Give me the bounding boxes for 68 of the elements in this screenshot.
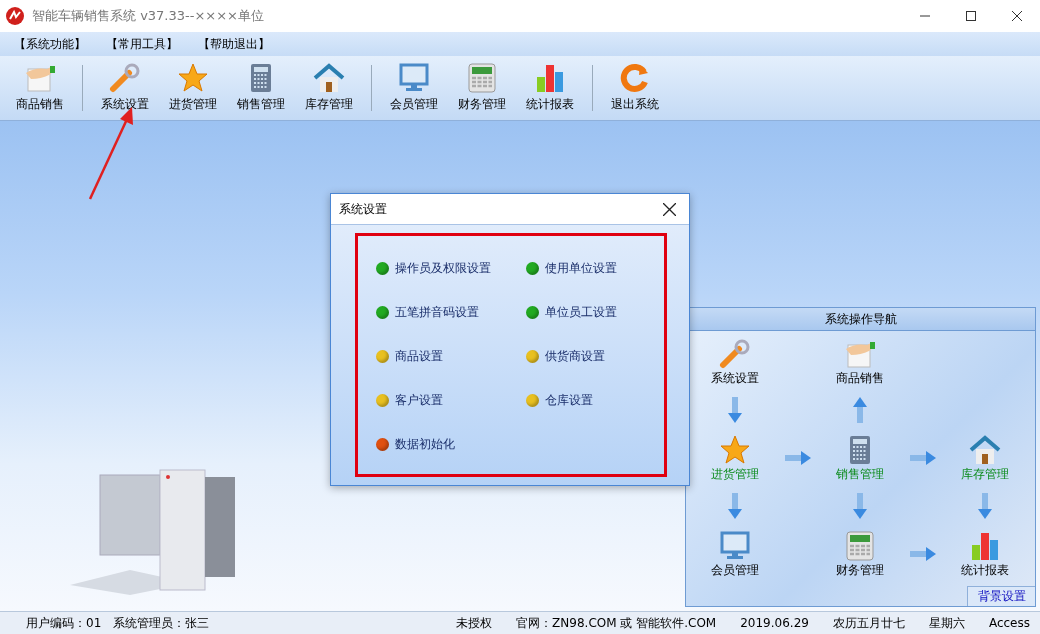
status-text: Access [988, 616, 1030, 630]
star-icon [720, 435, 750, 465]
flow-arrow-icon [726, 491, 744, 521]
monitor-icon [720, 531, 750, 561]
menu-item[interactable]: 【常用工具】 [106, 35, 178, 53]
toolbar-button[interactable]: 统计报表 [516, 59, 584, 117]
settings-link[interactable]: 商品设置 [376, 347, 443, 365]
settings-link[interactable]: 使用单位设置 [526, 259, 617, 277]
house-icon [969, 435, 1001, 465]
toolbar-button[interactable]: 系统设置 [91, 59, 159, 117]
calculator-icon [250, 63, 272, 93]
nav-shortcut[interactable]: 统计报表 [940, 529, 1030, 579]
status-text: 星期六 [928, 614, 965, 632]
toolbar-button[interactable]: 销售管理 [227, 59, 295, 117]
flow-arrow-icon [976, 491, 994, 521]
star-icon [178, 63, 208, 93]
refresh-icon [620, 63, 650, 93]
maximize-icon [966, 11, 976, 21]
flow-arrow-icon [907, 449, 938, 467]
bar-chart-icon [970, 531, 1000, 561]
flow-arrow-icon [851, 395, 869, 425]
toolbar-button[interactable]: 会员管理 [380, 59, 448, 117]
status-text: 用户编码：01 [26, 614, 102, 632]
nav-shortcut[interactable]: 商品销售 [815, 337, 905, 387]
toolbar-button[interactable]: 库存管理 [295, 59, 363, 117]
status-text: 官网：ZN98.COM 或 智能软件.COM [516, 614, 717, 632]
menu-item[interactable]: 【帮助退出】 [198, 35, 270, 53]
flow-arrow-icon [782, 449, 813, 467]
hand-icon [23, 63, 57, 93]
settings-link[interactable]: 五笔拼音码设置 [376, 303, 479, 321]
close-icon [662, 202, 676, 216]
flow-arrow-icon [907, 545, 938, 563]
monitor-icon [399, 63, 429, 93]
toolbar-button[interactable]: 商品销售 [6, 59, 74, 117]
settings-link[interactable]: 客户设置 [376, 391, 443, 409]
house-icon [313, 63, 345, 93]
status-text: 系统管理员：张三 [113, 614, 210, 632]
hand-icon [843, 339, 877, 369]
toolbar-button[interactable]: 退出系统 [601, 59, 669, 117]
status-text: 农历五月廿七 [832, 614, 905, 632]
settings-link[interactable]: 数据初始化 [376, 435, 455, 453]
background-settings-button[interactable]: 背景设置 [967, 586, 1035, 606]
calculator-icon [468, 63, 496, 93]
flow-arrow-icon [726, 395, 744, 425]
toolbar-button[interactable]: 财务管理 [448, 59, 516, 117]
nav-shortcut[interactable]: 财务管理 [815, 529, 905, 579]
nav-shortcut[interactable]: 系统设置 [690, 337, 780, 387]
calculator-icon [846, 531, 874, 561]
panel-title: 系统操作导航 [824, 310, 897, 328]
status-text: 未授权 [456, 614, 493, 632]
bar-chart-icon [535, 63, 565, 93]
settings-link[interactable]: 仓库设置 [526, 391, 593, 409]
toolbar-button[interactable]: 进货管理 [159, 59, 227, 117]
wrench-icon [719, 339, 751, 369]
close-icon [1012, 11, 1022, 21]
settings-link[interactable]: 供货商设置 [526, 347, 605, 365]
wrench-icon [109, 63, 141, 93]
app-logo-icon [6, 7, 24, 25]
settings-link[interactable]: 操作员及权限设置 [376, 259, 491, 277]
dialog-title: 系统设置 [339, 200, 387, 218]
calculator-icon [849, 435, 871, 465]
flow-arrow-icon [851, 491, 869, 521]
menu-item[interactable]: 【系统功能】 [14, 35, 86, 53]
status-text: 2019.06.29 [740, 616, 809, 630]
nav-shortcut[interactable]: 会员管理 [690, 529, 780, 579]
window-title: 智能车辆销售系统 v37.33--××××单位 [32, 7, 265, 25]
nav-shortcut[interactable]: 进货管理 [690, 433, 780, 483]
settings-link[interactable]: 单位员工设置 [526, 303, 617, 321]
